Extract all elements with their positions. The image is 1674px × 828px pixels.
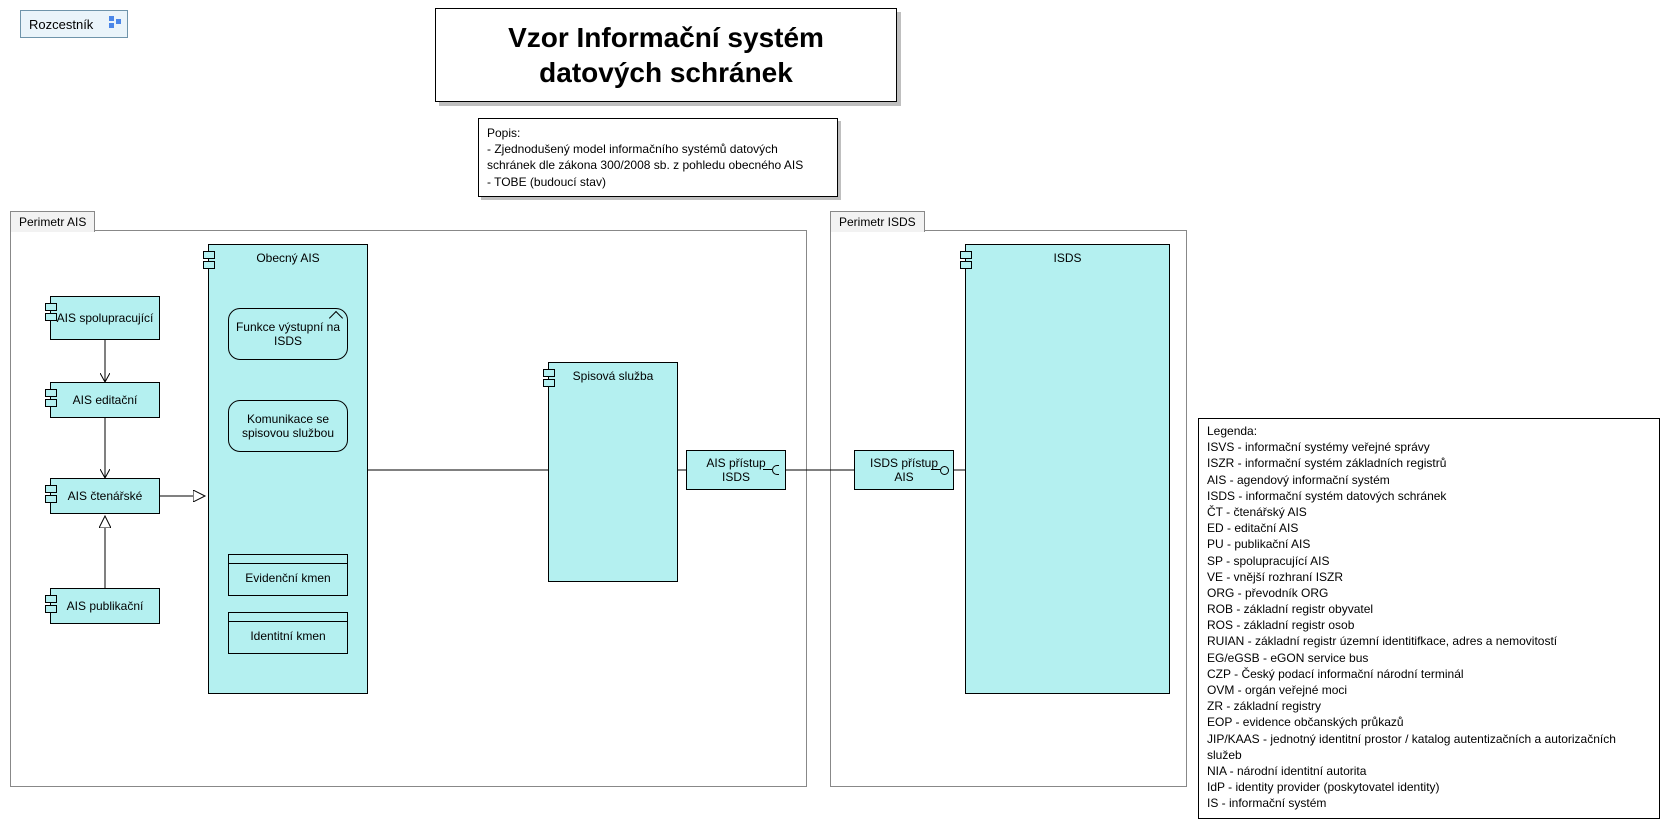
rozcestnik-link[interactable]: Rozcestník (20, 10, 128, 38)
arrow-up-icon (331, 313, 341, 323)
interface-isds-pristup-ais[interactable]: ISDS přístup AIS (854, 450, 954, 490)
legend-box: Legenda: ISVS - informační systémy veřej… (1198, 418, 1660, 819)
interface-isds-pristup-label: ISDS přístup AIS (861, 456, 947, 484)
function-komunikace-label: Komunikace se spisovou službou (235, 412, 341, 440)
group-perimetr-ais-label: Perimetr AIS (10, 211, 95, 232)
component-obecny-ais-label: Obecný AIS (256, 251, 319, 265)
data-identitni-label: Identitní kmen (250, 629, 325, 643)
function-vystupni[interactable]: Funkce výstupní na ISDS (228, 308, 348, 360)
rozcestnik-label: Rozcestník (29, 17, 119, 32)
component-isds-label: ISDS (1053, 251, 1081, 265)
component-isds[interactable]: ISDS (965, 244, 1170, 694)
data-identitni-kmen[interactable]: Identitní kmen (228, 612, 348, 654)
modules-icon (109, 16, 121, 28)
diagram-title-text: Vzor Informační systém datových schránek (508, 20, 824, 90)
diagram-description: Popis: - Zjednodušený model informačního… (478, 118, 838, 197)
component-ais-ctenarske[interactable]: AIS čtenářské (50, 478, 160, 514)
group-perimetr-isds-label: Perimetr ISDS (830, 211, 925, 232)
component-ais-spolupracujici[interactable]: AIS spolupracující (50, 296, 160, 340)
interface-ais-pristup-label: AIS přístup ISDS (693, 456, 779, 484)
component-ais-ctenarske-label: AIS čtenářské (68, 489, 143, 503)
component-ais-editacni[interactable]: AIS editační (50, 382, 160, 418)
component-ais-publikacni[interactable]: AIS publikační (50, 588, 160, 624)
component-ais-spolupracujici-label: AIS spolupracující (57, 311, 154, 325)
diagram-canvas: Rozcestník Vzor Informační systém datový… (0, 0, 1674, 828)
data-evidencni-kmen[interactable]: Evidenční kmen (228, 554, 348, 596)
component-spisova-sluzba-label: Spisová služba (573, 369, 654, 383)
diagram-title: Vzor Informační systém datových schránek (435, 8, 897, 102)
data-evidencni-label: Evidenční kmen (245, 571, 330, 585)
component-ais-editacni-label: AIS editační (73, 393, 138, 407)
function-komunikace[interactable]: Komunikace se spisovou službou (228, 400, 348, 452)
component-ais-publikacni-label: AIS publikační (67, 599, 144, 613)
interface-ais-pristup-isds[interactable]: AIS přístup ISDS (686, 450, 786, 490)
component-spisova-sluzba[interactable]: Spisová služba (548, 362, 678, 582)
function-vystupni-label: Funkce výstupní na ISDS (235, 320, 341, 348)
